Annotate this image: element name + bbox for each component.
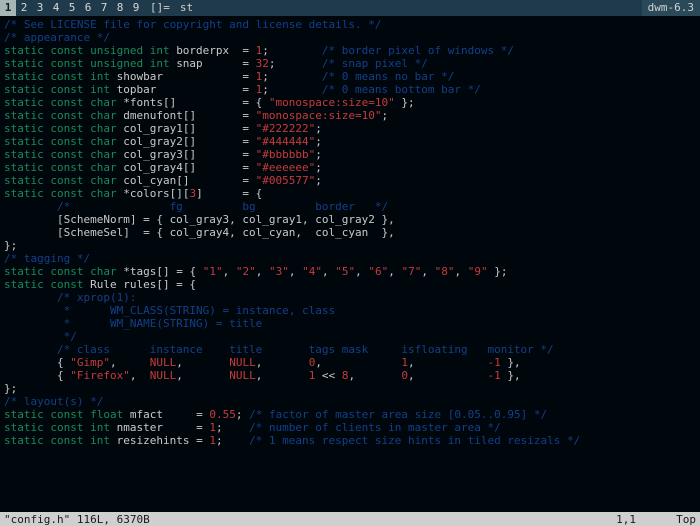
statusline-file: "config.h" 116L, 6370B xyxy=(4,512,556,526)
status-text: dwm-6.3 xyxy=(642,0,700,16)
vim-statusline: "config.h" 116L, 6370B 1,1 Top xyxy=(0,512,700,526)
dwm-bar: 1 2 3 4 5 6 7 8 9 []= st dwm-6.3 xyxy=(0,0,700,16)
statusline-pos: Top xyxy=(656,512,696,526)
code-text: /* See LICENSE file for copyright and li… xyxy=(4,18,382,31)
layout-symbol[interactable]: []= xyxy=(144,0,176,16)
window-title: st xyxy=(176,0,642,16)
tag-4[interactable]: 4 xyxy=(48,0,64,16)
statusline-cursor: 1,1 xyxy=(556,512,656,526)
tag-7[interactable]: 7 xyxy=(96,0,112,16)
tag-3[interactable]: 3 xyxy=(32,0,48,16)
tag-2[interactable]: 2 xyxy=(16,0,32,16)
tag-6[interactable]: 6 xyxy=(80,0,96,16)
tag-1[interactable]: 1 xyxy=(0,0,16,16)
tag-5[interactable]: 5 xyxy=(64,0,80,16)
tag-8[interactable]: 8 xyxy=(112,0,128,16)
tag-9[interactable]: 9 xyxy=(128,0,144,16)
editor-area[interactable]: /* See LICENSE file for copyright and li… xyxy=(0,16,700,512)
